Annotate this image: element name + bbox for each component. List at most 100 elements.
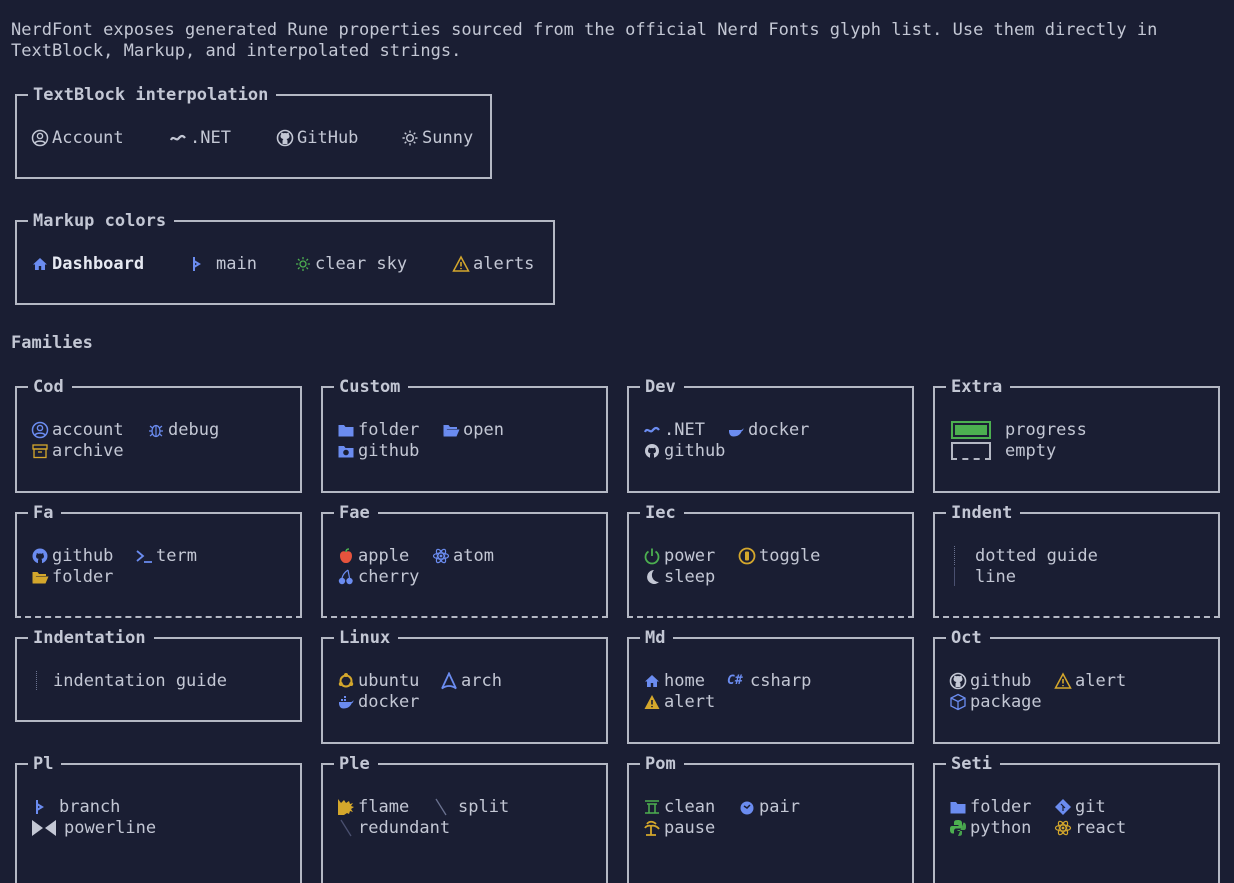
fa-folder-label: folder bbox=[52, 566, 114, 587]
cod-archive-label: archive bbox=[52, 440, 124, 461]
extra-progress-label: progress bbox=[1005, 419, 1087, 440]
github-folder-icon bbox=[337, 442, 355, 460]
atom-icon bbox=[432, 547, 450, 565]
sleep-icon bbox=[643, 568, 661, 586]
custom-folder-label: folder bbox=[358, 419, 420, 440]
indentation-guide-label: indentation guide bbox=[53, 670, 227, 691]
ple-split-label: split bbox=[458, 796, 510, 817]
cod-debug-label: debug bbox=[168, 419, 220, 440]
markup-panel: Markup colors Dashboard main clear sky a… bbox=[15, 209, 555, 305]
oct-package-label: package bbox=[970, 691, 1042, 712]
csharp-icon: C# bbox=[727, 672, 743, 688]
terminal-icon bbox=[135, 547, 153, 565]
github-icon bbox=[643, 442, 661, 460]
fae-apple-label: apple bbox=[358, 545, 410, 566]
markup-clear-sky-label: clear sky bbox=[315, 253, 408, 274]
intro-line-2: TextBlock, Markup, and interpolated stri… bbox=[11, 41, 462, 61]
family-extra-panel: Extra progress empty bbox=[933, 375, 1220, 493]
custom-github-label: github bbox=[358, 440, 420, 461]
account-icon bbox=[31, 129, 49, 147]
textblock-panel-title: TextBlock interpolation bbox=[28, 83, 277, 107]
dev-docker-label: docker bbox=[748, 419, 810, 440]
dotnet-icon bbox=[169, 129, 187, 147]
indent-dotted-label: dotted guide bbox=[975, 545, 1098, 566]
pom-clean-label: clean bbox=[664, 796, 716, 817]
github-icon bbox=[949, 672, 967, 690]
family-pom-panel: Pom clean pair pause bbox=[627, 752, 914, 883]
fa-term-label: term bbox=[156, 545, 197, 566]
family-iec-title: Iec bbox=[640, 501, 684, 525]
dotted-guide-icon bbox=[954, 546, 957, 565]
power-icon bbox=[643, 547, 661, 565]
family-oct-panel: Oct github alert package bbox=[933, 626, 1220, 744]
family-dev-title: Dev bbox=[640, 375, 684, 399]
clear-sky-icon bbox=[294, 255, 312, 273]
family-ple-title: Ple bbox=[334, 752, 378, 776]
arch-icon bbox=[440, 671, 458, 690]
ple-flame-label: flame bbox=[358, 796, 410, 817]
github-icon bbox=[31, 547, 49, 565]
family-custom-title: Custom bbox=[334, 375, 409, 399]
pause-icon bbox=[643, 819, 661, 837]
family-extra-title: Extra bbox=[946, 375, 1011, 399]
ubuntu-icon bbox=[337, 672, 355, 690]
branch-icon bbox=[31, 798, 49, 816]
family-indentation-title: Indentation bbox=[28, 626, 154, 650]
react-icon bbox=[1054, 819, 1072, 837]
progress-empty-icon bbox=[951, 441, 991, 460]
package-icon bbox=[949, 693, 967, 711]
indentation-guide-icon bbox=[36, 671, 39, 690]
intro-line-1: NerdFont exposes generated Rune properti… bbox=[11, 20, 1158, 40]
family-md-title: Md bbox=[640, 626, 674, 650]
family-pom-title: Pom bbox=[640, 752, 684, 776]
family-linux-title: Linux bbox=[334, 626, 399, 650]
family-custom-panel: Custom folder open github bbox=[321, 375, 608, 493]
pair-icon bbox=[738, 798, 756, 816]
sunny-icon bbox=[401, 129, 419, 147]
markup-main-label: main bbox=[216, 253, 257, 274]
docker-icon bbox=[727, 421, 745, 439]
family-linux-panel: Linux ubuntu arch docker bbox=[321, 626, 608, 744]
cod-account-label: account bbox=[52, 419, 124, 440]
account-icon bbox=[31, 421, 49, 439]
folder-open-icon bbox=[442, 421, 460, 439]
branch-icon bbox=[188, 255, 206, 273]
split-icon bbox=[432, 798, 450, 816]
seti-git-label: git bbox=[1075, 796, 1106, 817]
apple-icon bbox=[337, 547, 355, 565]
alert-icon bbox=[452, 254, 470, 273]
pl-branch-label: branch bbox=[59, 796, 121, 817]
family-indentation-panel: Indentation indentation guide bbox=[15, 626, 302, 722]
folder-open-icon bbox=[31, 568, 49, 586]
markup-alerts-label: alerts bbox=[473, 253, 535, 274]
flame-icon bbox=[337, 798, 355, 816]
pom-pair-label: pair bbox=[759, 796, 800, 817]
md-alert-label: alert bbox=[664, 691, 716, 712]
family-cod-panel: Cod account debug archive bbox=[15, 375, 302, 493]
family-fa-title: Fa bbox=[28, 501, 62, 525]
textblock-dotnet-label: .NET bbox=[190, 127, 231, 148]
fae-cherry-label: cherry bbox=[358, 566, 420, 587]
family-indent-panel: Indent dotted guide line bbox=[933, 501, 1220, 618]
family-oct-title: Oct bbox=[946, 626, 990, 650]
iec-power-label: power bbox=[664, 545, 716, 566]
md-home-label: home bbox=[664, 670, 705, 691]
family-indent-title: Indent bbox=[946, 501, 1021, 525]
docker-icon bbox=[337, 693, 355, 711]
pl-powerline-label: powerline bbox=[64, 817, 157, 838]
seti-react-label: react bbox=[1075, 817, 1127, 838]
family-dev-panel: Dev .NET docker github bbox=[627, 375, 914, 493]
family-md-panel: Md home C# csharp alert bbox=[627, 626, 914, 744]
linux-docker-label: docker bbox=[358, 691, 420, 712]
intro-text: NerdFont exposes generated Rune properti… bbox=[11, 20, 1157, 62]
family-seti-panel: Seti folder git python react bbox=[933, 752, 1220, 883]
family-pl-panel: Pl branch powerline bbox=[15, 752, 302, 883]
family-fa-panel: Fa github term folder bbox=[15, 501, 302, 618]
oct-alert-label: alert bbox=[1075, 670, 1127, 691]
fae-atom-label: atom bbox=[453, 545, 494, 566]
cherry-icon bbox=[337, 568, 355, 586]
linux-arch-label: arch bbox=[461, 670, 502, 691]
folder-icon bbox=[949, 798, 967, 816]
family-fae-panel: Fae apple atom cherry bbox=[321, 501, 608, 618]
textblock-panel: TextBlock interpolation Account .NET Git… bbox=[15, 83, 492, 179]
